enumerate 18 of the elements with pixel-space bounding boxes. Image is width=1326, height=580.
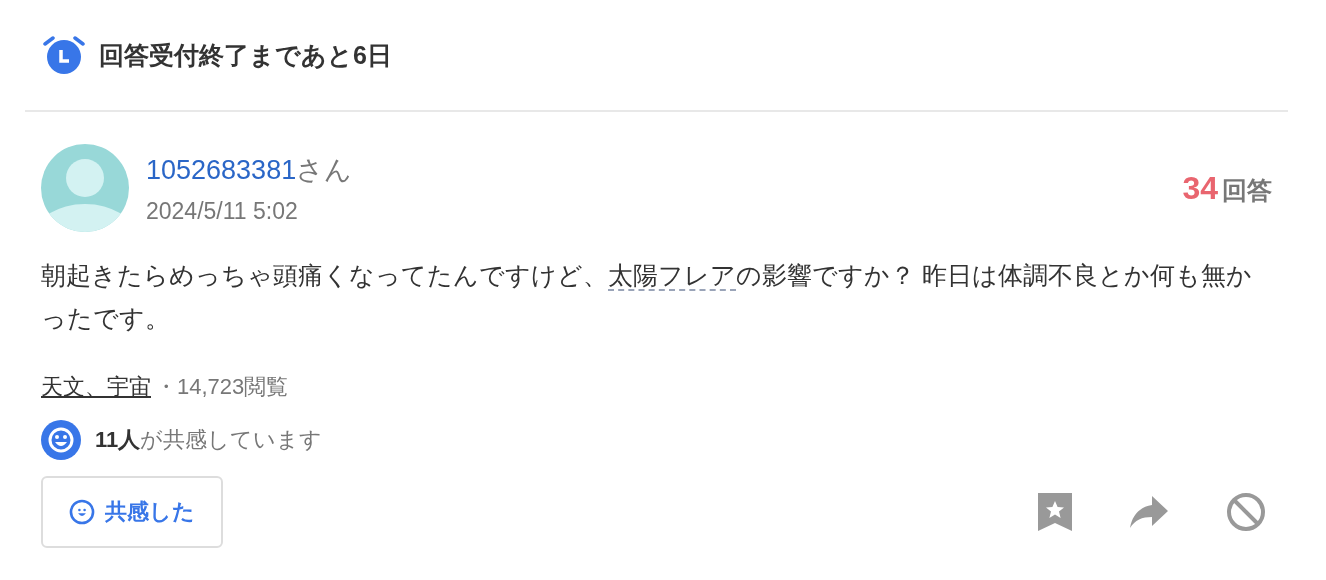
- honorific: さん: [296, 153, 353, 187]
- term-link[interactable]: 太陽フレア: [608, 262, 736, 291]
- view-count: ・14,723閲覧: [155, 373, 289, 401]
- smile-icon: [41, 420, 81, 460]
- category-link[interactable]: 天文、宇宙: [41, 372, 151, 402]
- empathy-count: 11人が共感しています: [95, 426, 323, 454]
- answer-label: 回答: [1222, 174, 1272, 206]
- block-icon[interactable]: [1226, 492, 1266, 532]
- deadline-notice: 回答受付終了まであと6日: [99, 39, 392, 71]
- smile-icon: [69, 499, 95, 525]
- alarm-clock-icon: [43, 35, 85, 75]
- answer-count: 34: [1182, 169, 1218, 207]
- question-text: 朝起きたらめっちゃ頭痛くなってたんですけど、太陽フレアの影響ですか？ 昨日は体調不良とか何も無かったです。: [41, 261, 1253, 334]
- share-icon[interactable]: [1130, 496, 1168, 528]
- post-date: 2024/5/11 5:02: [146, 197, 299, 225]
- empathy-button[interactable]: 共感した: [41, 476, 223, 548]
- user-link[interactable]: 1052683381: [146, 154, 297, 186]
- bookmark-icon[interactable]: [1038, 493, 1072, 531]
